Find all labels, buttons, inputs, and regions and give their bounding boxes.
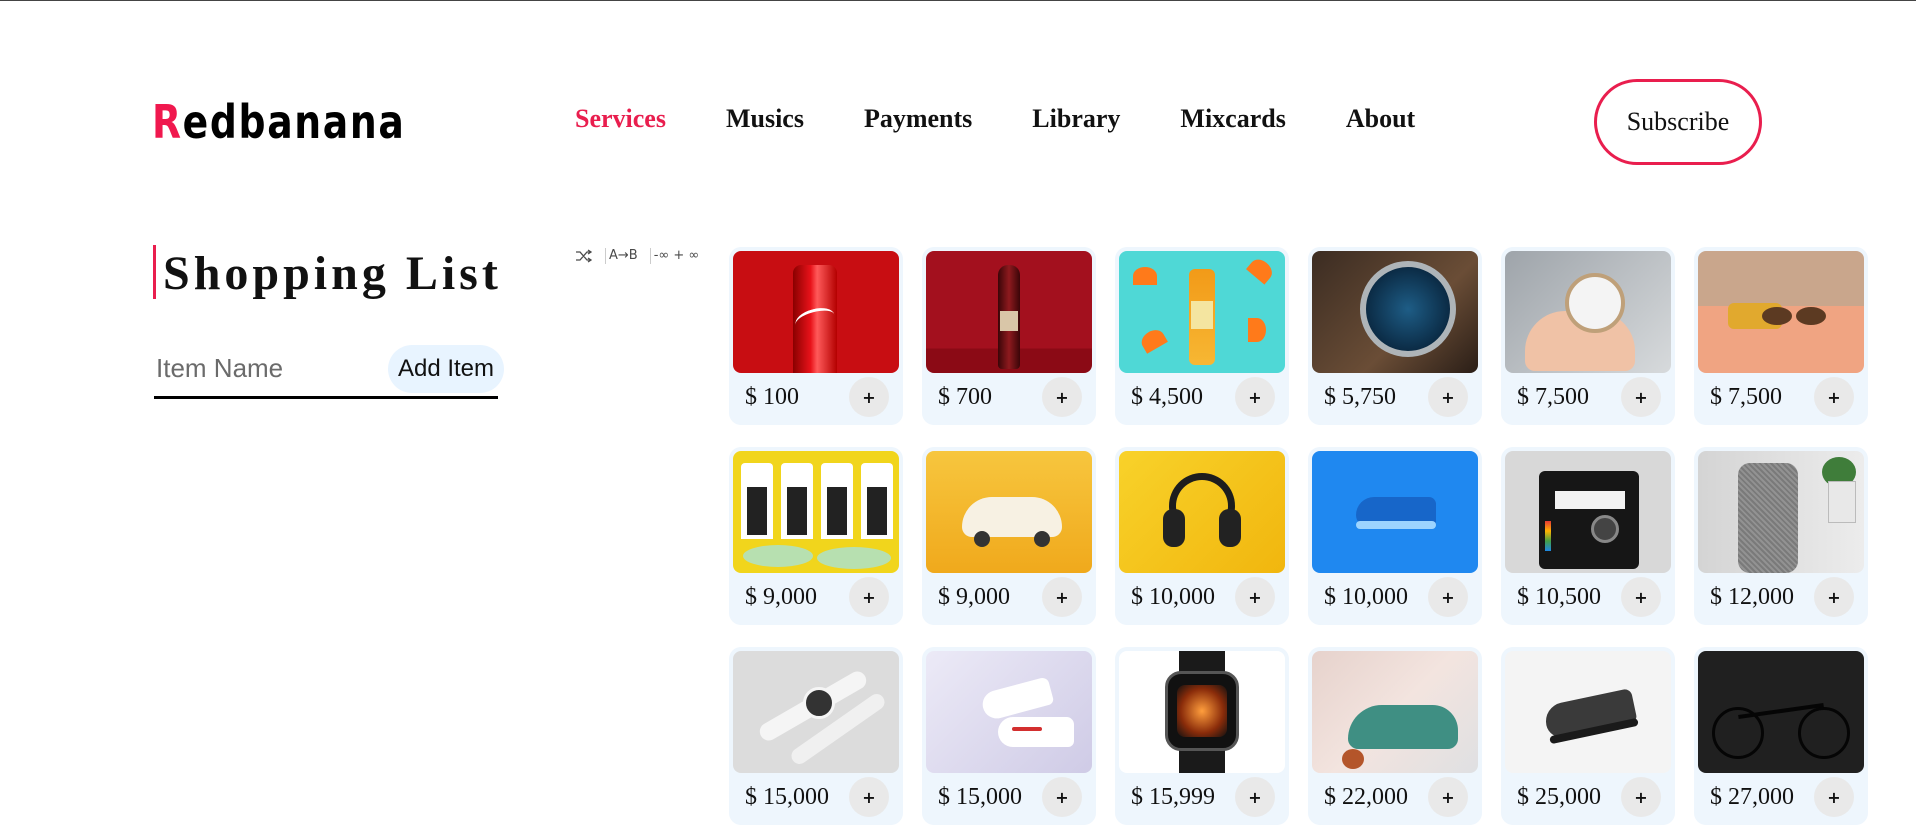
product-price: $ 15,000 [745,783,829,810]
white-sneakers-image [926,651,1092,773]
product-price: $ 7,500 [1517,383,1589,410]
blue-sneaker-image [1312,451,1478,573]
nav-item-about[interactable]: About [1346,104,1415,134]
brand-logo[interactable]: Redbanana [152,96,405,148]
green-shoe-image [1312,651,1478,773]
toy-car-image [926,451,1092,573]
product-price: $ 27,000 [1710,783,1794,810]
orange-juice-bottle-image [1119,251,1285,373]
product-card: $ 27,000 + [1694,647,1868,825]
product-card: $ 10,000 + [1115,447,1289,625]
red-soda-bottle-image [926,251,1092,373]
price-range-button[interactable]: -∞ + ∞ [649,248,699,264]
add-to-list-button[interactable]: + [1621,577,1661,617]
add-to-list-button[interactable]: + [1428,577,1468,617]
product-price: $ 5,750 [1324,383,1396,410]
product-card: $ 7,500 + [1501,247,1675,425]
product-price: $ 15,000 [938,783,1022,810]
product-price: $ 22,000 [1324,783,1408,810]
title-accent-bar [153,245,156,299]
logo-rest: edbanana [182,95,406,149]
product-card: $ 15,000 + [922,647,1096,825]
add-to-list-button[interactable]: + [849,777,889,817]
headphones-image [1119,451,1285,573]
nav-item-payments[interactable]: Payments [864,104,972,134]
product-price: $ 7,500 [1710,383,1782,410]
nav-item-library[interactable]: Library [1032,104,1120,134]
product-card: $ 10,500 + [1501,447,1675,625]
product-card: $ 100 + [729,247,903,425]
nav-item-musics[interactable]: Musics [726,104,804,134]
add-to-list-button[interactable]: + [849,577,889,617]
product-price: $ 700 [938,383,992,410]
add-to-list-button[interactable]: + [1621,377,1661,417]
input-underline [154,396,498,399]
product-price: $ 10,000 [1324,583,1408,610]
boxed-water-cartons-image [733,451,899,573]
window-top-border [0,0,1916,1]
product-price: $ 100 [745,383,799,410]
product-price: $ 10,000 [1131,583,1215,610]
sunglasses-on-table-image [1698,251,1864,373]
product-card: $ 4,500 + [1115,247,1289,425]
add-to-list-button[interactable]: + [1235,377,1275,417]
product-card: $ 25,000 + [1501,647,1675,825]
add-to-list-button[interactable]: + [1814,777,1854,817]
product-card: $ 15,999 + [1115,647,1289,825]
add-to-list-button[interactable]: + [1814,377,1854,417]
product-price: $ 25,000 [1517,783,1601,810]
shopping-list-title: Shopping List [163,247,502,300]
product-price: $ 12,000 [1710,583,1794,610]
black-bicycle-image [1698,651,1864,773]
add-to-list-button[interactable]: + [849,377,889,417]
add-to-list-button[interactable]: + [1042,777,1082,817]
product-card: $ 15,000 + [729,647,903,825]
sort-az-button[interactable]: A→B [605,248,638,264]
nav-item-mixcards[interactable]: Mixcards [1180,104,1285,134]
blue-wristwatch-image [1312,251,1478,373]
product-card: $ 7,500 + [1694,247,1868,425]
logo-initial: R [152,95,183,149]
black-running-shoe-image [1505,651,1671,773]
add-to-list-button[interactable]: + [1235,777,1275,817]
hand-holding-watch-image [1505,251,1671,373]
shuffle-icon[interactable] [572,249,593,263]
white-smartwatches-image [733,651,899,773]
add-to-list-button[interactable]: + [1621,777,1661,817]
add-to-list-button[interactable]: + [1042,577,1082,617]
product-card: $ 9,000 + [729,447,903,625]
add-to-list-button[interactable]: + [1814,577,1854,617]
product-price: $ 4,500 [1131,383,1203,410]
polaroid-camera-image [1505,451,1671,573]
nav-item-services[interactable]: Services [575,104,666,134]
item-name-input[interactable] [154,346,388,390]
apple-watch-image [1119,651,1285,773]
product-card: $ 12,000 + [1694,447,1868,625]
add-item-button[interactable]: Add Item [388,345,504,393]
product-price: $ 10,500 [1517,583,1601,610]
product-price: $ 15,999 [1131,783,1215,810]
product-card: $ 5,750 + [1308,247,1482,425]
product-price: $ 9,000 [938,583,1010,610]
coca-cola-can-image [733,251,899,373]
product-card: $ 10,000 + [1308,447,1482,625]
subscribe-button[interactable]: Subscribe [1594,79,1762,165]
product-card: $ 22,000 + [1308,647,1482,825]
smart-speaker-image [1698,451,1864,573]
sort-tools: A→B -∞ + ∞ [572,248,711,264]
product-price: $ 9,000 [745,583,817,610]
main-nav: Services Musics Payments Library Mixcard… [575,104,1475,134]
add-to-list-button[interactable]: + [1235,577,1275,617]
product-card: $ 9,000 + [922,447,1096,625]
add-to-list-button[interactable]: + [1428,777,1468,817]
add-to-list-button[interactable]: + [1428,377,1468,417]
add-to-list-button[interactable]: + [1042,377,1082,417]
product-card: $ 700 + [922,247,1096,425]
